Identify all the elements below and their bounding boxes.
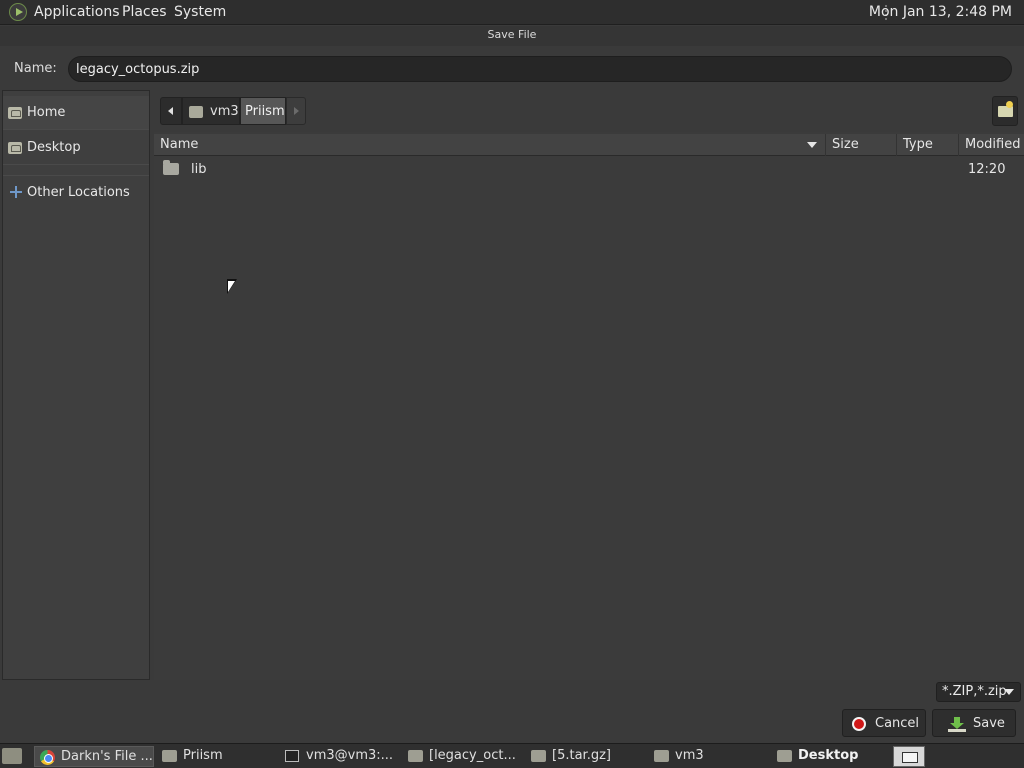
taskbar-item-archive[interactable]: [legacy_oct...	[403, 746, 523, 767]
show-desktop-icon[interactable]	[2, 748, 22, 764]
plus-network-icon	[10, 186, 22, 198]
column-label: Name	[160, 137, 199, 152]
name-row: Name:	[0, 46, 1024, 90]
system-menu[interactable]: System	[174, 4, 226, 20]
distro-logo-icon[interactable]	[9, 3, 27, 21]
download-tray-icon	[948, 729, 966, 732]
desktop-folder-icon	[777, 750, 792, 762]
path-segment-vm3[interactable]: vm3	[182, 97, 240, 125]
places-sidebar: Home Desktop Other Locations	[2, 90, 150, 680]
path-segment-label: Priism	[245, 104, 285, 119]
home-folder-icon	[8, 107, 22, 119]
path-back-button[interactable]	[160, 97, 182, 125]
filter-value: *.ZIP,*.zip	[942, 684, 1007, 699]
task-label: Desktop	[798, 748, 859, 763]
path-forward-button[interactable]	[286, 97, 306, 125]
sidebar-item-label: Other Locations	[27, 185, 130, 200]
save-label: Save	[973, 716, 1005, 731]
task-label: Darkn's File ...	[61, 749, 153, 764]
file-modified: 12:20	[968, 162, 1006, 177]
column-modified-header[interactable]: Modified	[959, 134, 1024, 156]
create-folder-button[interactable]	[992, 96, 1018, 126]
column-label: Size	[832, 137, 859, 152]
file-row[interactable]: lib 12:20	[154, 158, 1024, 182]
archive-icon	[531, 750, 546, 762]
sidebar-item-label: Desktop	[27, 140, 81, 155]
path-segment-priism[interactable]: Priism	[240, 97, 286, 125]
clock[interactable]: Mon Jan 13, 2:48 PM	[869, 4, 1012, 20]
name-label: Name:	[14, 61, 57, 76]
new-folder-icon	[998, 101, 1013, 117]
dialog-title: Save File	[0, 26, 1024, 46]
path-segment-label: vm3	[210, 104, 239, 119]
chrome-icon	[40, 750, 55, 765]
home-folder-icon	[654, 750, 669, 762]
cancel-icon	[852, 717, 866, 731]
top-panel: Applications Places System Mon Jan 13, 2…	[0, 0, 1024, 25]
file-name: lib	[191, 162, 207, 177]
taskbar-item-browser[interactable]: Darkn's File ...	[34, 746, 154, 767]
applications-menu[interactable]: Applications	[34, 4, 120, 20]
workspace-switcher-icon[interactable]	[893, 746, 925, 767]
sidebar-item-label: Home	[27, 105, 66, 120]
filename-input[interactable]	[68, 56, 1012, 82]
column-label: Type	[903, 137, 933, 152]
cancel-label: Cancel	[875, 716, 920, 731]
cancel-button[interactable]: Cancel	[842, 709, 926, 737]
home-folder-icon	[189, 106, 203, 118]
taskbar: Darkn's File ... Priism vm3@vm3:... [leg…	[0, 743, 1024, 768]
terminal-icon	[285, 750, 299, 762]
task-label: [5.tar.gz]	[552, 748, 611, 763]
file-list: Name Size Type Modified lib 12:20	[154, 132, 1024, 680]
sidebar-item-home[interactable]: Home	[3, 96, 149, 130]
taskbar-item-priism[interactable]: Priism	[157, 746, 277, 767]
column-size-header[interactable]: Size	[826, 134, 897, 156]
chevron-down-icon	[1004, 689, 1014, 695]
folder-icon	[162, 750, 177, 762]
sort-descending-icon	[807, 142, 817, 148]
column-label: Modified	[965, 137, 1021, 152]
task-label: vm3@vm3:...	[306, 748, 394, 763]
task-label: [legacy_oct...	[429, 748, 516, 763]
path-bar: vm3 Priism	[154, 90, 1024, 132]
column-type-header[interactable]: Type	[897, 134, 959, 156]
task-label: vm3	[675, 748, 704, 763]
file-type-filter-select[interactable]: *.ZIP,*.zip	[936, 682, 1021, 702]
sidebar-item-other-locations[interactable]: Other Locations	[3, 175, 149, 209]
desktop-folder-icon	[8, 142, 22, 154]
file-list-header: Name Size Type Modified	[154, 134, 1024, 156]
archive-icon	[408, 750, 423, 762]
taskbar-item-terminal[interactable]: vm3@vm3:...	[280, 746, 400, 767]
taskbar-item-tar[interactable]: [5.tar.gz]	[526, 746, 646, 767]
task-label: Priism	[183, 748, 223, 763]
places-menu[interactable]: Places	[122, 4, 167, 20]
folder-icon	[163, 160, 179, 175]
taskbar-item-vm3[interactable]: vm3	[649, 746, 769, 767]
save-button[interactable]: Save	[932, 709, 1016, 737]
sidebar-item-desktop[interactable]: Desktop	[3, 131, 149, 165]
column-name-header[interactable]: Name	[154, 134, 826, 156]
taskbar-item-desktop[interactable]: Desktop	[772, 746, 888, 767]
